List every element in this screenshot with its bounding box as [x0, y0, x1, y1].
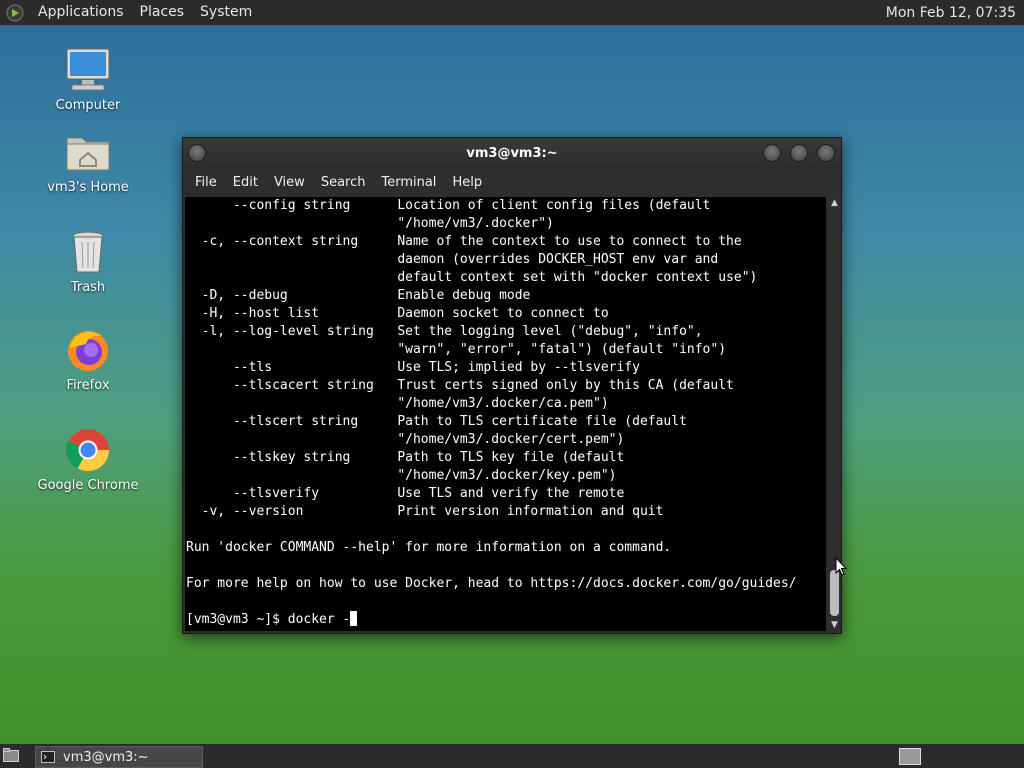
desktop-icon-label: Firefox [66, 378, 110, 393]
menu-help[interactable]: Help [444, 175, 490, 190]
minimize-icon[interactable] [763, 144, 781, 162]
desktop-icon-chrome[interactable]: Google Chrome [33, 426, 143, 493]
terminal-output[interactable]: --config string Location of client confi… [185, 197, 826, 631]
computer-icon [66, 48, 110, 91]
desktop-icon-label: Trash [70, 280, 106, 295]
system-menu[interactable]: System [192, 0, 260, 25]
window-title: vm3@vm3:~ [466, 145, 558, 161]
menu-bar: File Edit View Search Terminal Help [183, 168, 841, 196]
menu-search[interactable]: Search [313, 175, 374, 190]
terminal-prompt[interactable]: [vm3@vm3 ~]$ docker - [186, 612, 350, 627]
desktop-icon-label: Google Chrome [37, 478, 139, 493]
desktop-icon-firefox[interactable]: Firefox [33, 326, 143, 393]
desktop-icon-home[interactable]: vm3's Home [33, 128, 143, 195]
applications-menu[interactable]: Applications [30, 0, 132, 25]
trash-icon [72, 231, 104, 273]
workspace-switcher[interactable] [899, 748, 921, 765]
clock[interactable]: Mon Feb 12, 07:35 [886, 5, 1024, 21]
window-menu-icon[interactable] [188, 144, 206, 162]
top-panel: Applications Places System Mon Feb 12, 0… [0, 0, 1024, 25]
scroll-up-icon[interactable]: ▲ [828, 197, 841, 209]
show-desktop-icon[interactable] [3, 748, 19, 762]
maximize-icon[interactable] [790, 144, 808, 162]
home-folder-icon [66, 137, 110, 171]
desktop-icon-label: Computer [55, 98, 121, 113]
desktop-icon-trash[interactable]: Trash [33, 228, 143, 295]
taskbar-item-terminal[interactable]: vm3@vm3:~ [35, 746, 203, 768]
chrome-icon [65, 429, 109, 472]
menu-terminal[interactable]: Terminal [373, 175, 444, 190]
scrollbar-thumb[interactable] [830, 570, 839, 616]
terminal-window[interactable]: vm3@vm3:~ File Edit View Search Terminal… [182, 137, 842, 634]
menu-logo-icon[interactable] [6, 4, 24, 22]
terminal-text: --config string Location of client confi… [186, 198, 797, 627]
desktop-icon-label: vm3's Home [47, 180, 129, 195]
firefox-icon [68, 331, 108, 371]
taskbar-item-label: vm3@vm3:~ [63, 749, 149, 765]
menu-edit[interactable]: Edit [225, 175, 266, 190]
close-icon[interactable] [817, 144, 835, 162]
places-menu[interactable]: Places [132, 0, 193, 25]
terminal-cursor [350, 611, 358, 626]
terminal-icon [41, 751, 55, 763]
scroll-down-icon[interactable]: ▼ [828, 619, 841, 631]
menu-file[interactable]: File [187, 175, 225, 190]
desktop-icon-computer[interactable]: Computer [33, 46, 143, 113]
bottom-panel: vm3@vm3:~ [0, 744, 1024, 768]
menu-view[interactable]: View [266, 175, 313, 190]
mouse-pointer-icon [835, 557, 847, 576]
window-titlebar[interactable]: vm3@vm3:~ [183, 138, 841, 168]
